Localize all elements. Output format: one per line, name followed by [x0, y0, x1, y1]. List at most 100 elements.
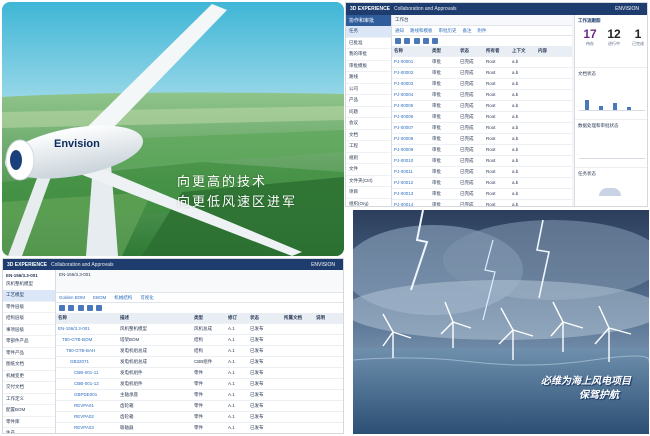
table-row[interactable]: PJ-00005 审批 已完成 Root a.b [392, 101, 572, 112]
bom-tab[interactable]: 可视化 [140, 293, 154, 302]
sidebar-item[interactable]: 路线 [346, 72, 391, 84]
table-cell[interactable]: PJ-00007 [392, 123, 430, 133]
sidebar-item[interactable]: 项目 [346, 187, 391, 199]
sidebar-item[interactable]: 任务 [346, 26, 391, 38]
bom-sidebar-item[interactable]: 图纸文档 [3, 359, 55, 371]
edit-icon[interactable] [404, 37, 411, 44]
sidebar-item[interactable]: 产品 [346, 95, 391, 107]
export-icon[interactable] [432, 37, 439, 44]
bom-row[interactable]: CBB-001-11 发电机组件 零件 A.1 已发布 [56, 368, 343, 379]
bom-sidebar-item[interactable]: 交付文档 [3, 382, 55, 394]
table-cell[interactable]: PJ-00002 [392, 68, 430, 78]
bom-cell[interactable]: T80-GTB-BOM [56, 335, 118, 345]
bom-row[interactable]: REVPA03 联轴器 零件 A.1 已发布 [56, 423, 343, 433]
tab[interactable]: 备注 [463, 26, 472, 35]
table-row[interactable]: PJ-00007 审批 已完成 Root a.b [392, 123, 572, 134]
bom-cell[interactable]: REVPA03 [56, 423, 118, 433]
filter-icon[interactable] [422, 37, 429, 44]
table-cell[interactable]: PJ-00009 [392, 145, 430, 155]
bom-sidebar-item[interactable]: 零件层级 [3, 302, 55, 313]
delete-icon[interactable] [413, 37, 420, 44]
user-menu[interactable]: ENVISION [615, 6, 639, 12]
table-row[interactable]: PJ-00006 审批 已完成 Root a.b [392, 112, 572, 123]
sidebar-item[interactable]: 已批准 [346, 38, 391, 49]
table-row[interactable]: PJ-00012 审批 已完成 Root a.b [392, 178, 572, 189]
tab[interactable]: 审批历史 [439, 26, 457, 35]
bom-column-header[interactable]: 类型 [192, 313, 226, 323]
sidebar-item[interactable]: 文档 [346, 130, 391, 141]
bom-expand-icon[interactable] [77, 304, 84, 311]
column-header[interactable]: 所有者 [484, 46, 510, 56]
table-cell[interactable]: PJ-00008 [392, 134, 430, 144]
table-cell[interactable]: PJ-00010 [392, 156, 430, 166]
bom-sidebar-item[interactable]: 配置BOM [3, 405, 55, 417]
bom-user-menu[interactable]: ENVISION [311, 262, 335, 268]
bom-row[interactable]: GBPDE001 主轴承座 零件 A.1 已发布 [56, 390, 343, 401]
table-row[interactable]: PJ-00011 审批 已完成 Root a.b [392, 167, 572, 178]
sidebar-item[interactable]: 文件夹(Ctrl) [346, 176, 391, 187]
bom-row[interactable]: REVPA01 齿轮箱 零件 A.1 已发布 [56, 401, 343, 412]
column-header[interactable]: 类型 [430, 46, 458, 56]
bom-column-header[interactable]: 所属文档 [282, 313, 314, 323]
table-row[interactable]: PJ-00014 审批 已完成 Root a.b [392, 200, 572, 206]
column-header[interactable]: 上下文 [510, 46, 536, 56]
table-cell[interactable]: PJ-00001 [392, 57, 430, 67]
bom-sidebar-item[interactable]: 事项层级 [3, 325, 55, 336]
sidebar-item[interactable]: 会议 [346, 118, 391, 130]
tab[interactable]: 路线和模板 [410, 26, 433, 35]
bom-filter-icon[interactable] [86, 304, 93, 311]
sidebar-item[interactable]: 问题 [346, 107, 391, 118]
bom-sidebar-item[interactable]: 工作定义 [3, 394, 55, 405]
bom-column-header[interactable]: 描述 [118, 313, 192, 323]
bom-export-icon[interactable] [96, 304, 103, 311]
bom-add-icon[interactable] [59, 304, 65, 311]
bom-cell[interactable]: T80-GTB-BAH [56, 346, 118, 356]
table-cell[interactable]: PJ-00005 [392, 101, 430, 111]
bom-sidebar-item[interactable]: 生产 [3, 428, 55, 433]
bom-row[interactable]: REVPA02 齿轮箱 零件 A.1 已发布 [56, 412, 343, 423]
bom-cell[interactable]: GB32071 [56, 357, 118, 367]
bom-cell[interactable]: CBB-001-11 [56, 368, 118, 378]
bom-sidebar-item[interactable]: 零件产品 [3, 348, 55, 359]
bom-column-header[interactable]: 说明 [314, 313, 342, 323]
table-cell[interactable]: PJ-00003 [392, 79, 430, 89]
bom-row[interactable]: T80-GTB-BOM 塔架BOM 结构 A.1 已发布 [56, 335, 343, 346]
bom-sidebar-item[interactable]: 机械变更 [3, 371, 55, 382]
table-cell[interactable]: PJ-00014 [392, 200, 430, 206]
bom-tab[interactable]: EBOM [93, 293, 106, 302]
bom-sidebar-item[interactable]: 零件库 [3, 417, 55, 428]
bom-cell[interactable]: REVPA02 [56, 412, 118, 422]
sidebar-item[interactable]: 我的审批 [346, 49, 391, 61]
sidebar-item[interactable]: 公司 [346, 84, 391, 95]
bom-edit-icon[interactable] [68, 304, 75, 311]
table-row[interactable]: PJ-00003 审批 已完成 Root a.b [392, 79, 572, 90]
column-header[interactable]: 名称 [392, 46, 430, 56]
column-header[interactable]: 内容 [536, 46, 566, 56]
sidebar-item[interactable]: 规则 [346, 153, 391, 164]
tab[interactable]: 通知 [395, 26, 404, 35]
table-row[interactable]: PJ-00008 审批 已完成 Root a.b [392, 134, 572, 145]
bom-cell[interactable]: CBB-001-12 [56, 379, 118, 389]
bom-sidebar-item[interactable]: 零部件产品 [3, 336, 55, 348]
table-row[interactable]: PJ-00010 审批 已完成 Root a.b [392, 156, 572, 167]
bom-cell[interactable]: REVPA01 [56, 401, 118, 411]
bom-cell[interactable]: EN-156/3.3-001 [56, 324, 118, 334]
bom-row[interactable]: GB32071 发电机组总成 CBB组件 A.1 已发布 [56, 357, 343, 368]
add-icon[interactable] [395, 37, 401, 44]
table-cell[interactable]: PJ-00012 [392, 178, 430, 188]
table-row[interactable]: PJ-00002 审批 已完成 Root a.b [392, 68, 572, 79]
column-header[interactable]: 状态 [458, 46, 484, 56]
bom-tab[interactable]: 机械结构 [114, 293, 132, 302]
bom-column-header[interactable]: 名称 [56, 313, 118, 323]
table-row[interactable]: PJ-00009 审批 已完成 Root a.b [392, 145, 572, 156]
sidebar-item[interactable]: 审批模板 [346, 61, 391, 72]
sidebar-item[interactable]: 文件 [346, 164, 391, 176]
sidebar-item[interactable]: 组织(Org) [346, 199, 391, 207]
stat-card[interactable]: 12 进行中 [603, 27, 625, 47]
bom-column-header[interactable]: 修订 [226, 313, 248, 323]
table-cell[interactable]: PJ-00006 [392, 112, 430, 122]
table-row[interactable]: PJ-00013 审批 已完成 Root a.b [392, 189, 572, 200]
stat-card[interactable]: 17 待办 [579, 27, 601, 47]
bom-row[interactable]: EN-156/3.3-001 风机整机模型 风机总成 A.1 已发布 [56, 324, 343, 335]
bom-sidebar-item[interactable]: 工艺模型 [3, 290, 55, 302]
